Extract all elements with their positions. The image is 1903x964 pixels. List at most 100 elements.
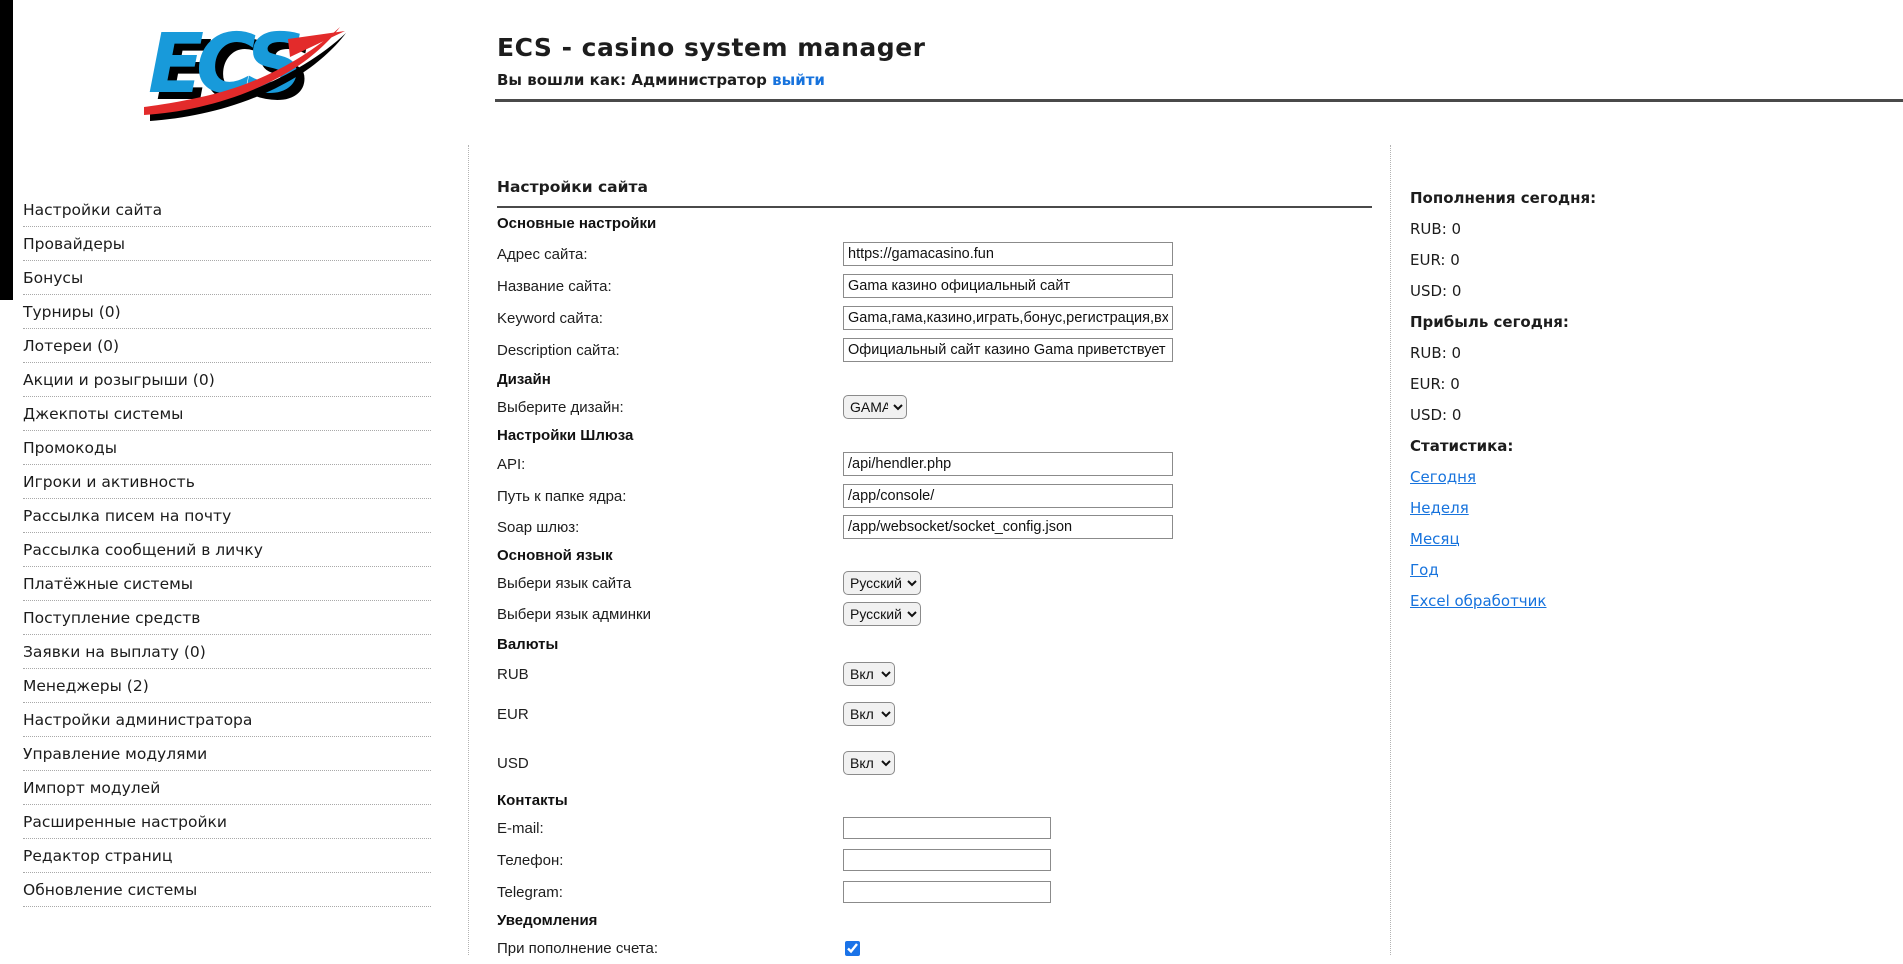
- sidebar-item[interactable]: Обновление системы: [23, 873, 431, 907]
- stats-period-link[interactable]: Excel обработчик: [1410, 592, 1546, 610]
- stats-period-link[interactable]: Сегодня: [1410, 468, 1476, 486]
- section-contacts: Контакты: [497, 788, 1372, 812]
- section-notifications: Уведомления: [497, 908, 1372, 932]
- form-row-site-name: Название сайта:: [497, 270, 1372, 302]
- ecs-logo-graphic: ECS ECS: [140, 15, 350, 121]
- section-gateway: Настройки Шлюза: [497, 422, 1372, 448]
- form-row-api: API:: [497, 448, 1372, 480]
- keywords-input[interactable]: [843, 306, 1173, 330]
- section-currencies: Валюты: [497, 630, 1372, 658]
- logout-link[interactable]: выйти: [772, 71, 825, 89]
- section-design: Дизайн: [497, 366, 1372, 392]
- deposits-eur: EUR: 0: [1410, 244, 1710, 275]
- form-row-site-lang: Выбери язык сайта Русский: [497, 568, 1372, 598]
- site-name-input[interactable]: [843, 274, 1173, 298]
- stats-period-link[interactable]: Неделя: [1410, 499, 1469, 517]
- form-row-eur: EUR Вкл: [497, 690, 1372, 738]
- phone-label: Телефон:: [497, 852, 843, 869]
- design-label: Выберите дизайн:: [497, 399, 843, 416]
- content-left-divider: [468, 145, 469, 955]
- header-rule: [495, 99, 1903, 102]
- stats-links: Сегодня Неделя Месяц Год Excel обработчи…: [1410, 461, 1710, 616]
- keywords-label: Keyword сайта:: [497, 310, 843, 327]
- description-input[interactable]: [843, 338, 1173, 362]
- deposits-today-title: Пополнения сегодня:: [1410, 182, 1710, 213]
- sidebar-item[interactable]: Платёжные системы: [23, 567, 431, 601]
- profit-rub: RUB: 0: [1410, 337, 1710, 368]
- deposit-notify-checkbox[interactable]: [845, 941, 860, 956]
- content-right-divider: [1390, 145, 1391, 955]
- form-row-core-path: Путь к папке ядра:: [497, 480, 1372, 512]
- profit-today-title: Прибыль сегодня:: [1410, 306, 1710, 337]
- usd-label: USD: [497, 755, 843, 772]
- section-basic-settings: Основные настройки: [497, 208, 1372, 238]
- sidebar-item[interactable]: Расширенные настройки: [23, 805, 431, 839]
- section-language: Основной язык: [497, 542, 1372, 568]
- stats-panel: Пополнения сегодня: RUB: 0 EUR: 0 USD: 0…: [1410, 182, 1710, 616]
- sidebar-item[interactable]: Управление модулями: [23, 737, 431, 771]
- page-title: ECS - casino system manager: [497, 33, 925, 62]
- deposit-notify-label: При пополнение счета:: [497, 940, 843, 957]
- sidebar-item[interactable]: Рассылка сообщений в личку: [23, 533, 431, 567]
- stats-period-link[interactable]: Год: [1410, 561, 1439, 579]
- site-lang-select[interactable]: Русский: [843, 571, 921, 595]
- sidebar-item[interactable]: Менеджеры (2): [23, 669, 431, 703]
- sidebar-item[interactable]: Провайдеры: [23, 227, 431, 261]
- form-row-telegram: Telegram:: [497, 876, 1372, 908]
- sidebar-item[interactable]: Акции и розыгрыши (0): [23, 363, 431, 397]
- stats-period-link[interactable]: Месяц: [1410, 530, 1460, 548]
- eur-select[interactable]: Вкл: [843, 702, 895, 726]
- core-path-label: Путь к папке ядра:: [497, 488, 843, 505]
- profit-eur: EUR: 0: [1410, 368, 1710, 399]
- ecs-logo: ECS ECS: [140, 15, 350, 125]
- sidebar-item[interactable]: Промокоды: [23, 431, 431, 465]
- deposits-usd: USD: 0: [1410, 275, 1710, 306]
- sidebar-item[interactable]: Бонусы: [23, 261, 431, 295]
- telegram-input[interactable]: [843, 881, 1051, 903]
- site-lang-label: Выбери язык сайта: [497, 575, 843, 592]
- telegram-label: Telegram:: [497, 884, 843, 901]
- soap-label: Soap шлюз:: [497, 519, 843, 536]
- form-row-site-url: Адрес сайта:: [497, 238, 1372, 270]
- form-row-usd: USD Вкл: [497, 738, 1372, 788]
- form-row-phone: Телефон:: [497, 844, 1372, 876]
- design-select[interactable]: GAMA: [843, 395, 907, 419]
- site-url-label: Адрес сайта:: [497, 246, 843, 263]
- left-edge-decoration: [0, 0, 13, 300]
- api-input[interactable]: [843, 452, 1173, 476]
- rub-select[interactable]: Вкл: [843, 662, 895, 686]
- sidebar-item[interactable]: Настройки сайта: [23, 193, 431, 227]
- content-title: Настройки сайта: [497, 148, 1372, 196]
- admin-lang-select[interactable]: Русский: [843, 602, 921, 626]
- sidebar-item[interactable]: Игроки и активность: [23, 465, 431, 499]
- email-input[interactable]: [843, 817, 1051, 839]
- sidebar-item[interactable]: Джекпоты системы: [23, 397, 431, 431]
- api-label: API:: [497, 456, 843, 473]
- form-row-rub: RUB Вкл: [497, 658, 1372, 690]
- sidebar-item[interactable]: Заявки на выплату (0): [23, 635, 431, 669]
- form-row-email: E-mail:: [497, 812, 1372, 844]
- profit-usd: USD: 0: [1410, 399, 1710, 430]
- core-path-input[interactable]: [843, 484, 1173, 508]
- email-label: E-mail:: [497, 820, 843, 837]
- soap-input[interactable]: [843, 515, 1173, 539]
- admin-lang-label: Выбери язык админки: [497, 606, 843, 623]
- sidebar-item[interactable]: Турниры (0): [23, 295, 431, 329]
- sidebar-item[interactable]: Импорт модулей: [23, 771, 431, 805]
- deposits-rub: RUB: 0: [1410, 213, 1710, 244]
- sidebar-item[interactable]: Поступление средств: [23, 601, 431, 635]
- phone-input[interactable]: [843, 849, 1051, 871]
- description-label: Description сайта:: [497, 342, 843, 359]
- sidebar-item[interactable]: Лотереи (0): [23, 329, 431, 363]
- sidebar-item[interactable]: Рассылка писем на почту: [23, 499, 431, 533]
- sidebar-item[interactable]: Настройки администратора: [23, 703, 431, 737]
- statistics-title: Статистика:: [1410, 430, 1710, 461]
- form-row-deposit-notify: При пополнение счета:: [497, 932, 1372, 964]
- sidebar-item[interactable]: Редактор страниц: [23, 839, 431, 873]
- form-row-design: Выберите дизайн: GAMA: [497, 392, 1372, 422]
- eur-label: EUR: [497, 706, 843, 723]
- usd-select[interactable]: Вкл: [843, 751, 895, 775]
- form-row-description: Description сайта:: [497, 334, 1372, 366]
- sidebar-menu: Настройки сайта Провайдеры Бонусы Турнир…: [23, 193, 431, 907]
- site-url-input[interactable]: [843, 242, 1173, 266]
